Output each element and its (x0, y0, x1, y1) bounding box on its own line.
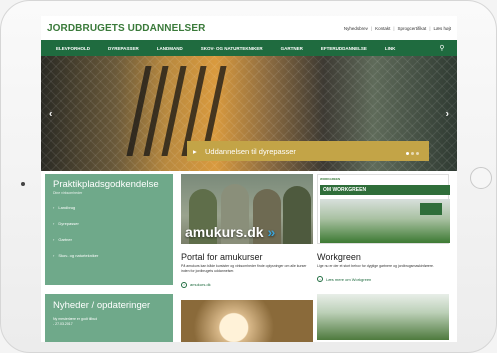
news-box: Nyheder / opdateringer Ny mesterlære er … (45, 294, 173, 342)
arrow-icon: › (53, 237, 55, 243)
play-icon: ▸ (193, 147, 197, 156)
language-cert-link[interactable]: Sprogcertifikat (398, 26, 427, 31)
hero-caption[interactable]: ▸ Uddannelsen til dyrepasser (187, 141, 429, 161)
site-header: JORDBRUGETS UDDANNELSER Nyhedsbrev | Kon… (41, 16, 457, 40)
news-title: Nyheder / opdateringer (53, 300, 151, 311)
news-item[interactable]: Ny mesterlære er godt tilbud - 27.03.201… (53, 317, 165, 327)
read-aloud-link[interactable]: Læs højt (433, 26, 451, 31)
site-logo[interactable]: JORDBRUGETS UDDANNELSER (47, 23, 205, 34)
praktik-item-skov[interactable]: › Skov- og naturtekniker (53, 253, 165, 258)
praktik-item-gartner[interactable]: › Gartner (53, 237, 165, 242)
amukurs-image[interactable]: amukurs.dk » (181, 174, 313, 244)
home-button[interactable] (470, 167, 492, 189)
amukurs-title[interactable]: Portal for amukurser (181, 252, 313, 262)
nav-gartner[interactable]: GARTNER (272, 46, 312, 51)
praktik-item-landbrug[interactable]: › Landbrug (53, 205, 165, 210)
tablet-frame: JORDBRUGETS UDDANNELSER Nyhedsbrev | Kon… (0, 0, 497, 353)
newsletter-link[interactable]: Nyhedsbrev (344, 26, 368, 31)
arrow-icon: › (53, 253, 55, 259)
nav-link[interactable]: LINK (376, 46, 405, 51)
workgreen-band: OM WORKGREEN (320, 185, 450, 195)
amukurs-logo-text: amukurs.dk » (185, 224, 276, 240)
amukurs-column: amukurs.dk » Portal for amukurser På amu… (177, 171, 313, 342)
promo-image-greenhouse[interactable] (317, 294, 449, 341)
arrow-icon: › (53, 221, 55, 227)
praktik-subtitle: Dine virksomheder (53, 191, 83, 196)
nav-skov-naturtekniker[interactable]: SKOV- OG NATURTEKNIKER (192, 46, 272, 51)
contact-link[interactable]: Kontakt (375, 26, 390, 31)
top-links: Nyhedsbrev | Kontakt | Sprogcertifikat |… (343, 25, 451, 31)
amukurs-link[interactable]: › amukurs.dk (181, 281, 313, 288)
search-icon[interactable]: ⚲ (433, 40, 451, 56)
nav-efteruddannelse[interactable]: EFTERUDDANNELSE (312, 46, 376, 51)
praktik-title: Praktikpladsgodkendelse (53, 179, 159, 190)
workgreen-desc: Lige nu er der et stort behov for dygtig… (317, 264, 434, 268)
main-content: Praktikpladsgodkendelse Dine virksomhede… (41, 171, 457, 342)
workgreen-column: WORKGREEN OM WORKGREEN Workgreen Lige nu… (313, 171, 450, 342)
workgreen-link[interactable]: › Læs mere om Workgreen (317, 276, 449, 283)
hero-caption-text: Uddannelsen til dyrepasser (205, 146, 296, 156)
chevron-right-icon[interactable]: › (446, 108, 449, 119)
praktik-box: Praktikpladsgodkendelse Dine virksomhede… (45, 174, 173, 285)
arrow-circle-icon: › (317, 276, 323, 283)
praktik-item-dyrepasser[interactable]: › Dyrepasser (53, 221, 165, 226)
nav-landmand[interactable]: LANDMAND (148, 46, 192, 51)
arrow-icon: › (53, 205, 55, 211)
workgreen-photo-badge (420, 203, 442, 215)
nav-elevforhold[interactable]: ELEVFORHOLD (47, 46, 99, 51)
left-column: Praktikpladsgodkendelse Dine virksomhede… (41, 171, 177, 342)
workgreen-title[interactable]: Workgreen (317, 252, 449, 262)
browser-screen: JORDBRUGETS UDDANNELSER Nyhedsbrev | Kon… (41, 16, 457, 342)
promo-image-gold[interactable] (181, 299, 313, 342)
workgreen-mini-logo: WORKGREEN (320, 177, 341, 181)
main-nav: ELEVFORHOLD DYREPASSER LANDMAND SKOV- OG… (41, 40, 457, 56)
camera (21, 182, 25, 186)
arrow-circle-icon: › (181, 281, 187, 288)
amukurs-desc: På amukurs kan både kursister og virksom… (181, 264, 307, 274)
workgreen-image[interactable]: WORKGREEN OM WORKGREEN (317, 174, 450, 244)
chevron-left-icon[interactable]: ‹ (49, 108, 52, 119)
slider-dots[interactable] (406, 152, 419, 155)
nav-dyrepasser[interactable]: DYREPASSER (99, 46, 148, 51)
